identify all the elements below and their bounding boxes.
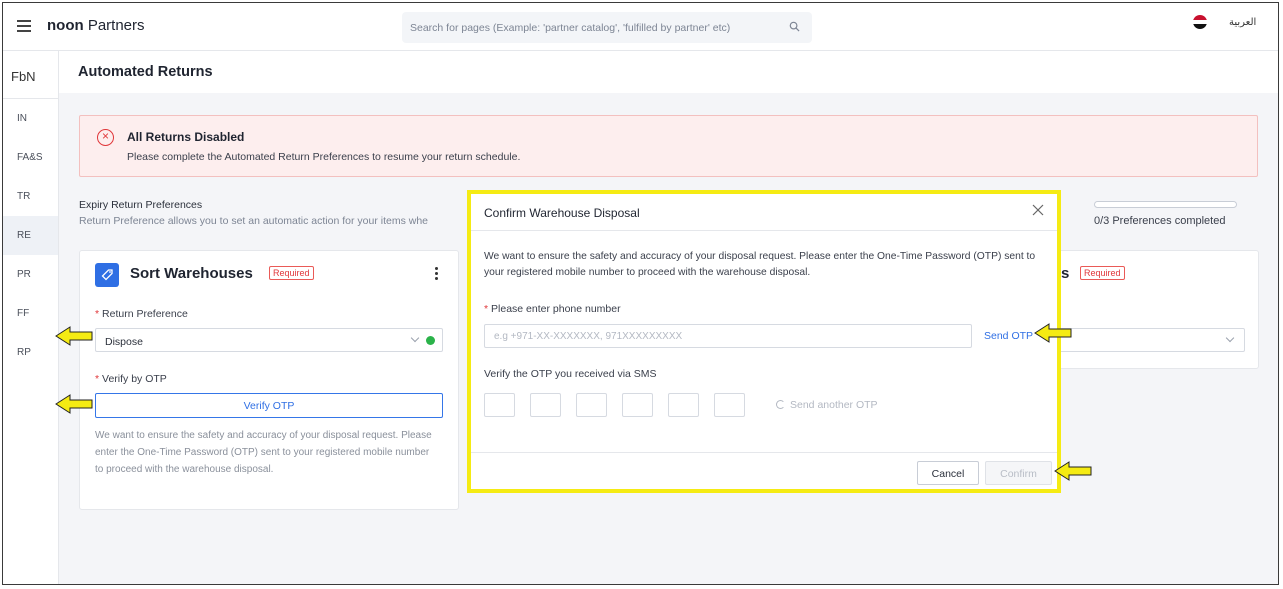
sidebar: FbN IN FA&S TR RE PR FF RP [3,51,59,584]
verify-otp-button[interactable]: Verify OTP [95,393,443,418]
brand-rest: Partners [83,17,145,34]
brand-bold: noon [47,17,84,34]
phone-label-text: Please enter phone number [491,303,621,315]
tag-icon [95,263,119,287]
sort-warehouses-card: Sort Warehouses Required * Return Prefer… [79,250,459,510]
page-header: Automated Returns [59,51,1278,93]
sidebar-item-fas[interactable]: FA&S [3,138,58,177]
search-icon [789,21,800,32]
alert-title: All Returns Disabled [127,130,245,144]
check-circle-icon [426,336,435,345]
card-description: We want to ensure the safety and accurac… [95,430,432,475]
search-placeholder: Search for pages (Example: 'partner cata… [410,22,731,34]
cancel-button[interactable]: Cancel [917,461,979,485]
preference-card-right: s Required [1029,250,1259,369]
sidebar-item-in[interactable]: IN [3,99,58,138]
chevron-down-icon [410,333,420,343]
menu-icon[interactable] [17,17,31,33]
sidebar-item-rp[interactable]: RP [3,333,58,372]
send-another-otp-link[interactable]: Send another OTP [776,399,878,411]
error-circle-icon: × [97,129,114,146]
page-title: Automated Returns [78,64,213,80]
card-title-fragment: s [1061,265,1070,282]
otp-digit-3[interactable] [576,393,607,417]
error-alert: × All Returns Disabled Please complete t… [79,115,1258,177]
chevron-down-icon [1225,333,1235,343]
refresh-icon [776,400,785,409]
otp-digit-5[interactable] [668,393,699,417]
modal-header: Confirm Warehouse Disposal [471,194,1057,231]
return-preference-label: * Return Preference [95,308,188,320]
otp-label: Verify the OTP you received via SMS [484,368,657,380]
otp-digit-1[interactable] [484,393,515,417]
return-preference-select[interactable]: Dispose [95,328,443,352]
verify-otp-label-text: Verify by OTP [102,373,167,385]
sidebar-item-pr[interactable]: PR [3,255,58,294]
phone-label: * Please enter phone number [484,303,621,315]
expiry-title: Expiry Return Preferences [79,199,203,211]
verify-otp-label: * Verify by OTP [95,373,167,385]
confirm-button[interactable]: Confirm [985,461,1052,485]
send-otp-link[interactable]: Send OTP [984,330,1033,342]
close-icon[interactable] [1032,204,1044,216]
otp-digit-2[interactable] [530,393,561,417]
modal-divider [471,452,1057,453]
more-options-icon[interactable] [435,267,438,282]
preferences-progress-text: 0/3 Preferences completed [1094,215,1226,227]
sidebar-item-ff[interactable]: FF [3,294,58,333]
otp-digit-6[interactable] [714,393,745,417]
card-title: Sort Warehouses [130,265,253,282]
return-preference-value: Dispose [105,336,143,348]
return-preference-label-text: Return Preference [102,308,188,320]
annotation-arrow-icon [1034,323,1072,343]
annotation-arrow-icon [55,394,93,414]
confirm-disposal-modal: Confirm Warehouse Disposal We want to en… [467,190,1061,493]
top-bar: noon Partners Search for pages (Example:… [3,3,1278,51]
required-badge: Required [1080,266,1125,280]
modal-description: We want to ensure the safety and accurac… [484,251,1036,278]
app-window: noon Partners Search for pages (Example:… [2,2,1279,585]
modal-title: Confirm Warehouse Disposal [484,206,640,220]
sidebar-header[interactable]: FbN [3,51,58,99]
sidebar-item-tr[interactable]: TR [3,177,58,216]
sidebar-item-re[interactable]: RE [3,216,58,255]
otp-digit-4[interactable] [622,393,653,417]
phone-number-input[interactable]: e.g +971-XX-XXXXXXX, 971XXXXXXXXX [484,324,972,348]
annotation-arrow-icon [55,326,93,346]
brand-logo[interactable]: noon Partners [47,17,145,34]
send-another-otp-text: Send another OTP [790,399,878,411]
required-badge: Required [269,266,314,280]
preferences-progress-bar [1094,201,1237,208]
language-switch[interactable]: العربية [1229,17,1256,28]
alert-text: Please complete the Automated Return Pre… [127,151,521,163]
annotation-arrow-icon [1054,461,1092,481]
search-input[interactable]: Search for pages (Example: 'partner cata… [402,12,812,43]
expiry-subtitle: Return Preference allows you to set an a… [79,215,429,227]
uae-flag-icon[interactable] [1193,15,1207,29]
